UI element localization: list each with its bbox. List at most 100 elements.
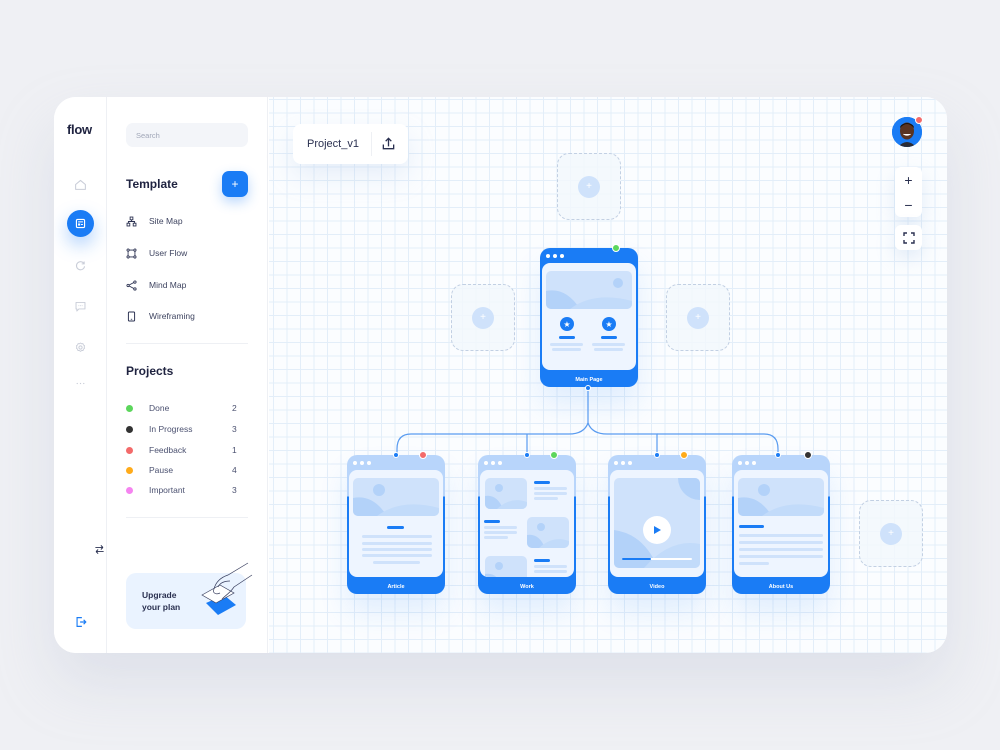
text-line — [534, 497, 558, 500]
node-status-dot — [612, 244, 620, 252]
connector-handle[interactable] — [775, 452, 781, 458]
zoom-out-button[interactable]: − — [895, 192, 922, 217]
text-line — [373, 561, 420, 564]
image-placeholder — [738, 478, 824, 516]
text-line — [559, 336, 575, 339]
star-icon: ★ — [602, 317, 616, 331]
sitemap-icon — [126, 216, 137, 226]
node-body — [480, 470, 574, 577]
project-count: 2 — [232, 403, 237, 413]
zoom-controls: + − — [895, 167, 922, 217]
status-dot — [126, 466, 133, 474]
video-player[interactable] — [614, 478, 700, 568]
logout-button[interactable] — [74, 615, 88, 634]
template-item-label: Mind Map — [149, 280, 187, 290]
collapse-panel-button[interactable] — [94, 542, 105, 560]
fit-screen-button[interactable] — [895, 225, 922, 250]
divider — [126, 343, 248, 344]
rail-templates-button[interactable] — [67, 210, 94, 237]
text-line — [484, 531, 517, 534]
zoom-in-button[interactable]: + — [895, 167, 922, 192]
project-count: 4 — [232, 465, 237, 475]
text-line — [534, 481, 550, 484]
project-label: Feedback — [149, 445, 187, 455]
node-body — [734, 470, 828, 577]
connector-handle[interactable] — [585, 385, 591, 391]
node-about-us[interactable]: About Us — [732, 451, 830, 594]
node-caption: Article — [387, 584, 405, 590]
upgrade-line-1: Upgrade — [142, 590, 177, 600]
text-line — [739, 525, 764, 528]
more-icon — [76, 382, 84, 384]
text-line — [550, 343, 583, 346]
template-item-mind-map[interactable]: Mind Map — [126, 277, 186, 293]
text-line — [594, 348, 623, 351]
project-filter-important[interactable]: Important 3 — [126, 483, 248, 497]
text-line — [739, 541, 823, 544]
project-label: Pause — [149, 465, 174, 475]
image-placeholder — [527, 517, 569, 548]
project-filter-done[interactable]: Done 2 — [126, 401, 248, 415]
app-logo: flow — [67, 122, 92, 137]
text-line — [484, 526, 517, 529]
projects-title: Projects — [126, 364, 174, 378]
project-count: 3 — [232, 485, 237, 495]
video-progress-track[interactable] — [622, 558, 692, 560]
text-line — [739, 548, 823, 551]
template-item-wireframing[interactable]: Wireframing — [126, 308, 195, 324]
node-article[interactable]: Article — [347, 451, 445, 594]
text-line — [739, 534, 823, 537]
image-placeholder — [485, 556, 527, 577]
node-frame: Work — [478, 455, 576, 594]
notification-badge — [915, 116, 923, 124]
app-window: flow Template + Site Map — [54, 97, 947, 653]
text-line — [387, 526, 404, 529]
node-frame: Article — [347, 455, 445, 594]
flow-canvas[interactable]: Project_v1 + + + + ★ ★ Main Page Article… — [269, 97, 947, 653]
text-line — [362, 548, 432, 551]
template-item-label: Site Map — [149, 216, 183, 226]
rail-activity-button[interactable] — [67, 252, 93, 278]
node-body: ★ ★ — [542, 263, 636, 370]
node-main-page[interactable]: ★ ★ Main Page — [540, 244, 638, 391]
status-dot — [126, 446, 133, 454]
image-placeholder — [353, 478, 439, 516]
search-input[interactable] — [126, 123, 248, 147]
text-line — [552, 348, 581, 351]
window-dots — [614, 461, 632, 465]
logout-icon — [76, 617, 87, 627]
node-work[interactable]: Work — [478, 451, 576, 594]
template-item-site-map[interactable]: Site Map — [126, 213, 183, 229]
rail-messages-button[interactable] — [67, 293, 93, 319]
hand-illustration — [201, 562, 253, 615]
connector-handle[interactable] — [393, 452, 399, 458]
node-status-dot — [680, 451, 688, 459]
connector-handle[interactable] — [654, 452, 660, 458]
node-status-dot — [550, 451, 558, 459]
project-filter-feedback[interactable]: Feedback 1 — [126, 443, 248, 457]
project-filter-pause[interactable]: Pause 4 — [126, 463, 248, 477]
upgrade-label: Upgrade your plan — [142, 589, 192, 613]
node-body — [610, 470, 704, 577]
rail-home-button[interactable] — [67, 171, 93, 197]
node-video[interactable]: Video — [608, 451, 706, 594]
node-caption: Work — [520, 584, 534, 590]
project-filter-in-progress[interactable]: In Progress 3 — [126, 422, 248, 436]
connector-handle[interactable] — [524, 452, 530, 458]
node-body — [349, 470, 443, 577]
chat-icon — [75, 301, 85, 311]
side-panel: Template + Site Map User Flow Mind Map W… — [95, 97, 268, 653]
refresh-icon — [75, 260, 85, 270]
window-dots — [738, 461, 756, 465]
add-template-button[interactable]: + — [222, 171, 248, 197]
node-caption: About Us — [768, 584, 794, 590]
template-item-user-flow[interactable]: User Flow — [126, 245, 187, 261]
window-dots — [484, 461, 502, 465]
upgrade-plan-card[interactable]: Upgrade your plan — [126, 562, 253, 629]
upgrade-line-2: your plan — [142, 602, 181, 612]
fullscreen-icon — [902, 231, 915, 244]
play-button[interactable] — [643, 516, 671, 544]
rail-more-button[interactable] — [67, 370, 93, 396]
icon-rail: flow — [54, 97, 107, 653]
rail-settings-button[interactable] — [67, 334, 93, 360]
